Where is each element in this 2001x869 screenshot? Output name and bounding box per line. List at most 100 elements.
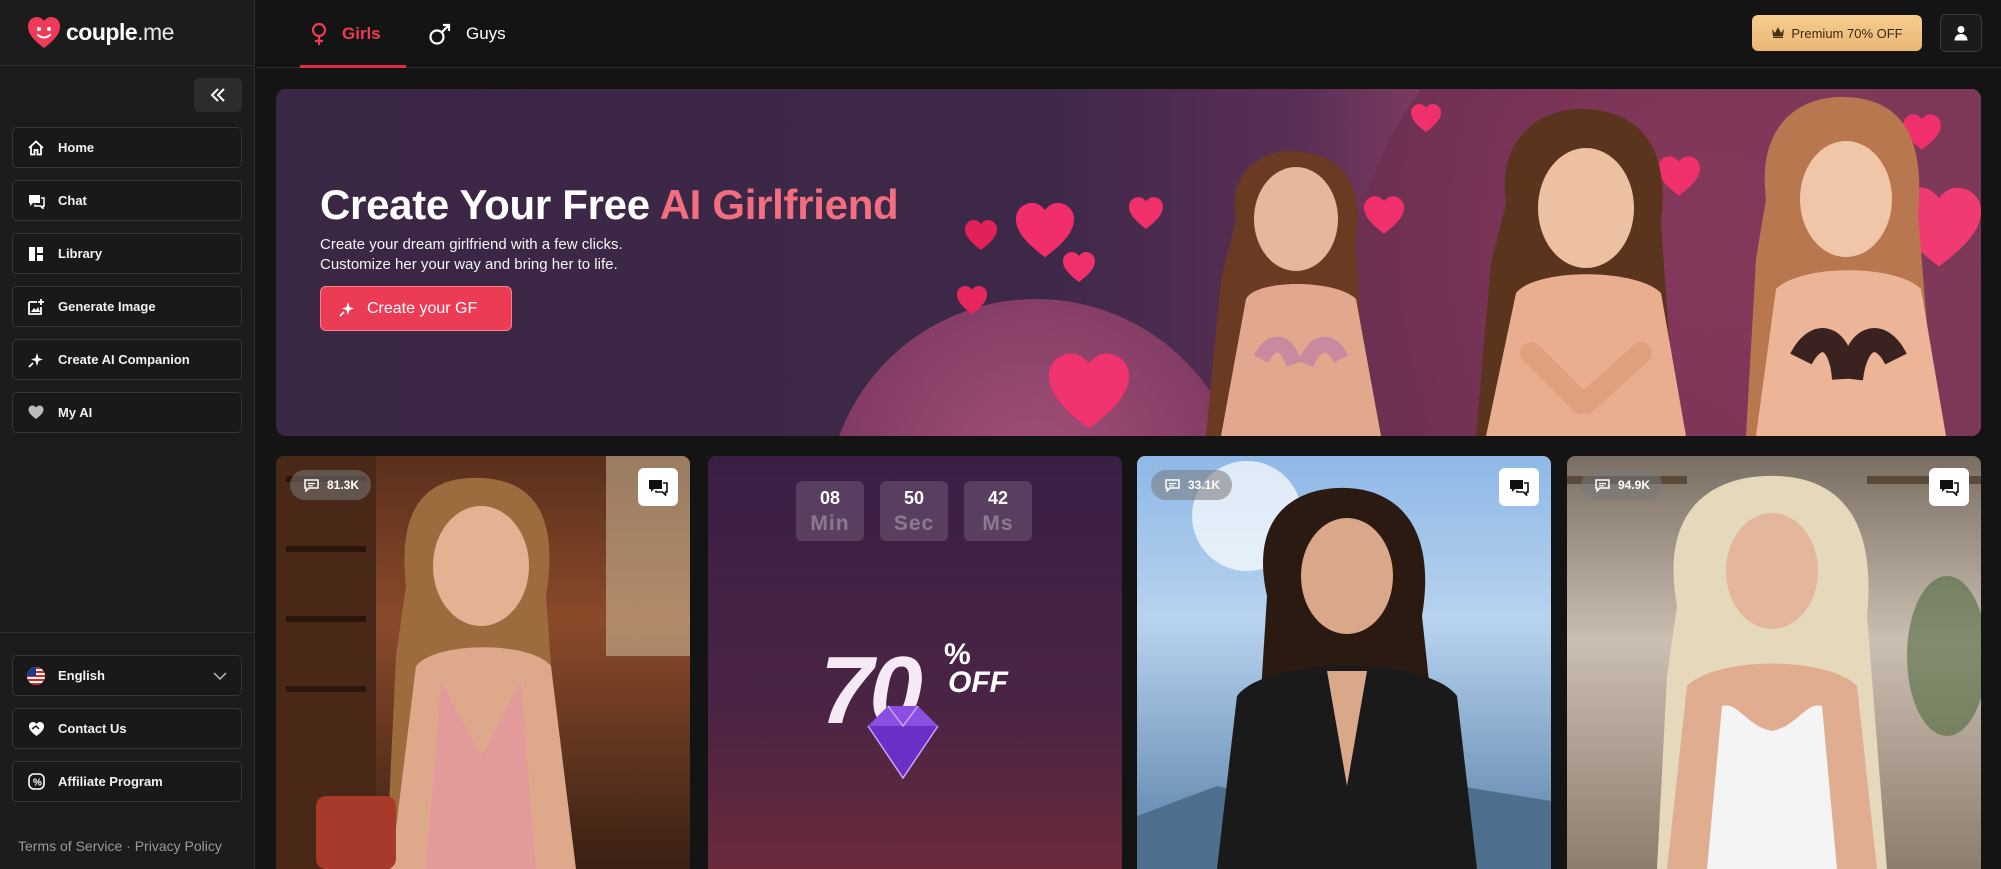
contact-us-link[interactable]: Contact Us [12,708,242,749]
sidebar-item-label: Generate Image [58,299,156,314]
sidebar-item-my-ai[interactable]: My AI [12,392,242,433]
chat-count-badge: 33.1K [1151,470,1233,500]
decorative-heart-icon [1049,353,1129,429]
double-chevron-left-icon [210,88,225,102]
contact-us-label: Contact Us [58,721,127,736]
premium-label: Premium 70% OFF [1791,25,1903,41]
sidebar-item-label: Home [58,140,95,155]
generate-image-icon [27,298,45,316]
timer-unit: Ms [982,512,1014,535]
message-icon [1165,478,1180,492]
tab-label: Girls [342,24,381,43]
legal-separator: · [126,838,131,854]
message-icon [1595,478,1610,492]
timer-value: 50 [903,488,925,508]
user-account-button[interactable] [1940,14,1982,52]
sparkle-icon [339,301,355,317]
chat-count: 33.1K [1188,478,1221,492]
sidebar-item-label: My AI [58,405,93,420]
heart-icon [27,404,45,422]
start-chat-button[interactable] [638,468,678,506]
affiliate-icon: % [27,773,45,791]
tab-girls[interactable]: Girls [300,0,406,68]
affiliate-program-link[interactable]: % Affiliate Program [12,761,242,802]
chat-icon [1940,480,1959,496]
hero-subtitle-line: Customize her your way and bring her to … [320,256,618,273]
sidebar-item-label: Chat [58,193,87,208]
collapse-sidebar-button[interactable] [194,78,242,112]
top-bar: Girls Guys Premium 70% OFF [256,0,2001,68]
hero-title-accent: AI Girlfriend [659,181,899,228]
contact-heart-icon [27,720,45,738]
decorative-heart-icon [1129,197,1163,229]
sidebar-divider [0,632,255,633]
hero-model-center-image [1476,108,1686,436]
character-card-image [276,456,690,869]
timer-milliseconds: 42 Ms [964,481,1032,541]
user-icon [1954,26,1968,41]
sidebar: couple.me Home Chat Library Generate Ima… [0,0,255,869]
character-card[interactable]: 81.3K [276,456,690,869]
language-select[interactable]: English [12,655,242,696]
character-card[interactable]: 33.1K [1137,456,1551,869]
svg-text:%: % [33,778,42,789]
timer-unit: Min [810,512,850,535]
start-chat-button[interactable] [1499,468,1539,506]
timer-value: 08 [819,488,841,508]
tab-guys[interactable]: Guys [428,0,506,68]
timer-value: 42 [987,488,1009,508]
logo-heart-icon [26,15,62,51]
us-flag-icon [27,666,45,685]
sidebar-nav: Home Chat Library Generate Image Create … [12,127,242,445]
chat-icon [1510,480,1529,496]
library-icon [27,245,45,263]
timer-seconds: 50 Sec [880,481,948,541]
hero-subtitle: Create your dream girlfriend with a few … [320,235,623,275]
legal-links: Terms of Service · Privacy Policy [18,838,222,854]
chat-count: 81.3K [327,478,360,492]
character-card-image [1567,475,1981,869]
crown-icon [1771,26,1785,41]
terms-of-service-link[interactable]: Terms of Service [18,838,122,854]
tab-label: Guys [466,24,506,43]
male-symbol-icon [428,22,452,46]
timer-unit: Sec [893,512,935,535]
diamond-icon [867,705,939,780]
character-card-image [1137,461,1551,869]
decorative-heart-icon [1016,202,1074,258]
brand-name: couple.me [66,19,174,45]
hero-model-right-image [1746,96,1946,436]
hero-subtitle-line: Create your dream girlfriend with a few … [320,236,623,253]
promo-off-label: OFF [948,666,1008,699]
brand-logo[interactable]: couple.me [0,0,254,66]
chat-count-badge: 94.9K [1581,470,1663,500]
sparkle-icon [27,351,45,369]
chat-count-badge: 81.3K [290,470,372,500]
start-chat-button[interactable] [1929,468,1969,506]
chevron-down-icon [213,668,227,683]
hero-title: Create Your Free AI Girlfriend [320,181,899,228]
sidebar-item-generate-image[interactable]: Generate Image [12,286,242,327]
decorative-heart-icon [957,285,987,315]
chat-icon [649,480,668,496]
privacy-policy-link[interactable]: Privacy Policy [135,838,222,854]
language-label: English [58,668,105,683]
sidebar-item-home[interactable]: Home [12,127,242,168]
hero-banner: Create Your Free AI Girlfriend Create yo… [276,89,1981,436]
sidebar-item-library[interactable]: Library [12,233,242,274]
sidebar-item-create-ai-companion[interactable]: Create AI Companion [12,339,242,380]
chat-icon [27,192,45,210]
character-card[interactable]: 94.9K [1567,456,1981,869]
active-tab-indicator [300,65,406,68]
hero-model-left-image [1206,150,1381,436]
decorative-heart-icon [965,220,997,250]
create-gf-button[interactable]: Create your GF [320,286,512,331]
premium-button[interactable]: Premium 70% OFF [1752,15,1922,51]
home-icon [27,139,45,157]
sidebar-item-label: Library [58,246,103,261]
sidebar-item-chat[interactable]: Chat [12,180,242,221]
timer-minutes: 08 Min [796,481,864,541]
promo-card[interactable]: 08 Min 50 Sec 42 Ms 70 % OFF [708,456,1122,869]
sidebar-bottom-nav: English Contact Us % Affiliate Program [12,655,242,814]
female-symbol-icon [310,22,328,46]
